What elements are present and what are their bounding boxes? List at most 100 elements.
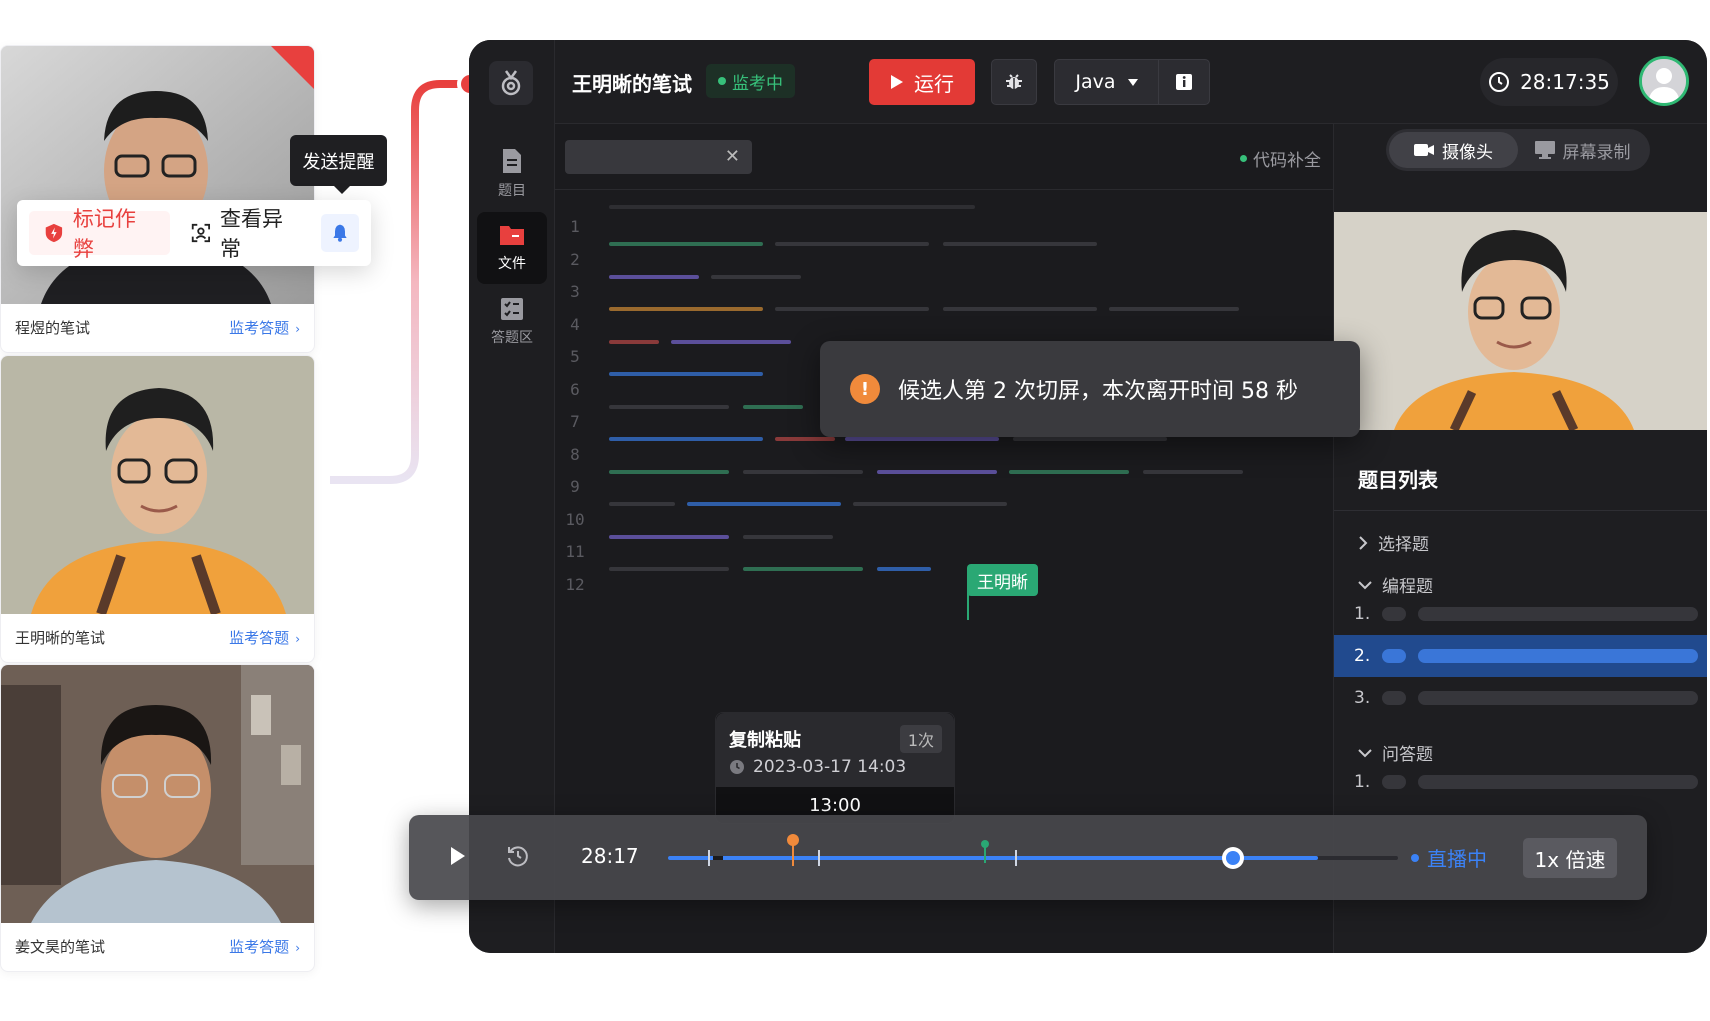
- mark-cheating-button[interactable]: 标记作弊: [29, 207, 171, 261]
- question-item[interactable]: 1.: [1334, 761, 1707, 803]
- code-line: [1143, 469, 1243, 474]
- line-number: 10: [565, 509, 585, 529]
- code-line: [609, 242, 763, 246]
- replay-icon[interactable]: [505, 843, 531, 869]
- app-logo[interactable]: [489, 61, 533, 105]
- candidate-photo: [1, 356, 314, 614]
- code-line: [609, 567, 729, 571]
- play-icon[interactable]: [449, 845, 467, 867]
- exam-timer: 28:17:35: [1480, 58, 1618, 106]
- tab-screen-record[interactable]: 屏幕录制: [1518, 132, 1647, 168]
- folder-icon: [500, 226, 524, 245]
- language-select[interactable]: Java: [1054, 59, 1210, 105]
- code-line: [609, 404, 729, 409]
- question-group-choice[interactable]: 选择题: [1358, 530, 1429, 555]
- camera-feed: [1334, 212, 1707, 430]
- code-line: [609, 469, 729, 474]
- code-line: [743, 404, 803, 409]
- view-switch: 摄像头 屏幕录制: [1386, 129, 1650, 171]
- code-line: [775, 437, 835, 441]
- playback-bar: 28:17 直播中 1x 倍速: [409, 815, 1647, 900]
- sidebar-item-question[interactable]: 题目: [477, 138, 547, 210]
- sidebar-item-file[interactable]: 文件: [477, 212, 547, 284]
- switch-screen-alert: ! 候选人第 2 次切屏，本次离开时间 58 秒: [820, 341, 1360, 437]
- camera-icon: [1414, 144, 1434, 156]
- candidate-name: 王明晰的笔试: [15, 628, 106, 647]
- code-line: [775, 307, 929, 311]
- line-number: 5: [570, 347, 580, 366]
- code-line: [1009, 469, 1129, 474]
- live-indicator[interactable]: 直播中: [1411, 843, 1487, 872]
- debug-button[interactable]: [991, 59, 1037, 105]
- event-position: 13:00: [809, 795, 861, 816]
- event-count: 1次: [899, 725, 942, 753]
- play-icon: [891, 75, 903, 89]
- line-number: 1: [570, 217, 580, 236]
- sidebar-item-answer-area[interactable]: 答题区: [477, 286, 547, 358]
- cursor-user-tag: 王明晰: [967, 564, 1038, 596]
- line-number: 3: [570, 282, 580, 301]
- candidate-name: 程煜的笔试: [15, 318, 91, 337]
- info-icon: [1176, 74, 1192, 90]
- code-line: [743, 469, 863, 474]
- close-icon[interactable]: ✕: [725, 146, 740, 167]
- checklist-icon: [501, 298, 523, 320]
- chevron-down-icon: [1358, 580, 1372, 589]
- question-item[interactable]: 3.: [1334, 677, 1707, 719]
- candidate-card[interactable]: 姜文昊的笔试 监考答题 ›: [0, 664, 315, 972]
- line-number: 7: [570, 412, 580, 431]
- page-title: 王明晰的笔试: [572, 72, 692, 96]
- file-tab[interactable]: ✕: [565, 140, 752, 174]
- code-line: [853, 502, 1007, 506]
- code-line: [775, 242, 929, 246]
- run-button[interactable]: 运行: [869, 59, 975, 105]
- bug-icon: [1006, 74, 1022, 89]
- question-list-title: 题目列表: [1358, 468, 1438, 492]
- code-line: [609, 437, 763, 441]
- document-icon: [503, 149, 521, 173]
- info-button[interactable]: [1159, 73, 1209, 91]
- code-line: [877, 469, 997, 474]
- clock-icon: [730, 760, 744, 774]
- question-item[interactable]: 1.: [1334, 593, 1707, 635]
- code-line: [609, 339, 659, 344]
- code-line: [609, 307, 763, 311]
- line-number: 2: [570, 249, 580, 269]
- code-line: [743, 534, 833, 539]
- playback-time: 28:17: [581, 844, 639, 868]
- line-number: 6: [570, 379, 580, 399]
- event-title: 复制粘贴: [729, 730, 801, 751]
- monitor-icon: [1534, 141, 1555, 159]
- line-number: 4: [570, 314, 580, 334]
- candidate-card[interactable]: 程煜的笔试 监考答题 ›: [0, 45, 315, 353]
- speed-button[interactable]: 1x 倍速: [1523, 838, 1617, 878]
- clock-icon: [1489, 72, 1510, 92]
- code-line: [609, 205, 975, 209]
- code-line: [743, 567, 863, 571]
- view-anomaly-button[interactable]: 查看异常: [176, 207, 317, 261]
- tab-camera[interactable]: 摄像头: [1389, 132, 1518, 168]
- autocomplete-toggle[interactable]: 代码补全: [1240, 146, 1321, 171]
- code-line: [609, 274, 699, 279]
- code-line: [671, 339, 791, 344]
- code-line: [1013, 437, 1167, 441]
- proctor-link[interactable]: 监考答题 ›: [229, 936, 300, 957]
- avatar[interactable]: [1639, 56, 1689, 106]
- face-scan-icon: [191, 223, 211, 243]
- code-line: [845, 437, 999, 441]
- line-number: 12: [565, 574, 585, 594]
- proctor-link[interactable]: 监考答题 ›: [229, 317, 300, 338]
- code-line: [1109, 307, 1239, 311]
- line-number: 8: [570, 444, 580, 464]
- chevron-right-icon: [1359, 535, 1368, 550]
- caret-down-icon: [1127, 78, 1138, 86]
- status-badge: 监考中: [706, 64, 795, 98]
- code-line: [609, 502, 675, 506]
- proctor-link[interactable]: 监考答题 ›: [229, 627, 300, 648]
- line-number: 11: [565, 542, 585, 561]
- candidate-card[interactable]: 王明晰的笔试 监考答题 ›: [0, 355, 315, 663]
- line-number: 9: [570, 477, 580, 496]
- candidate-name: 姜文昊的笔试: [15, 937, 106, 956]
- question-item[interactable]: 2.: [1334, 635, 1707, 677]
- warning-icon: !: [850, 374, 880, 404]
